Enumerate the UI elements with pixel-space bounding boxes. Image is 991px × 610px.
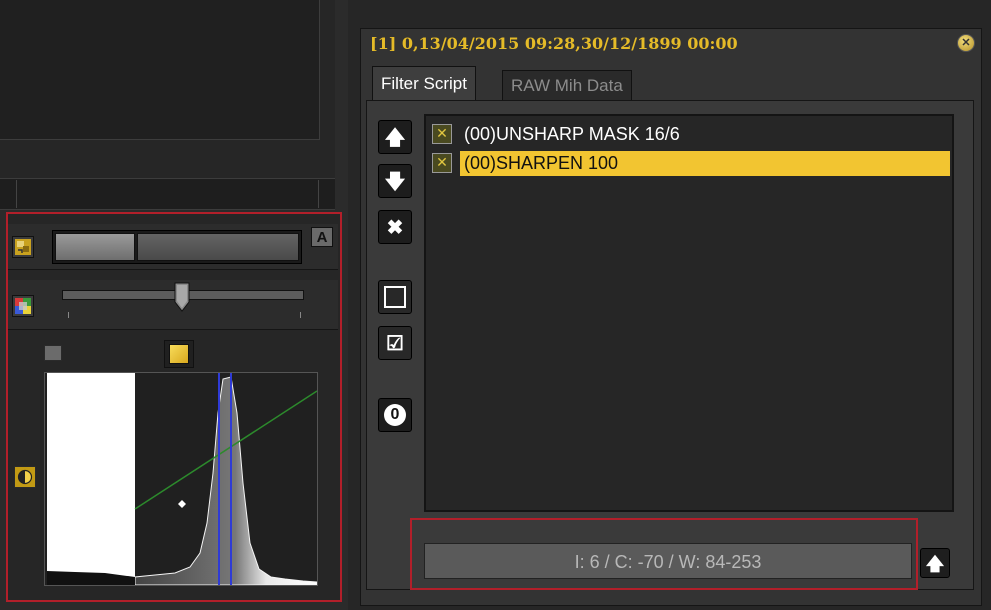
reset-icon: 0 [384, 404, 406, 427]
uncheck-all-icon [384, 286, 406, 309]
auto-mode-button[interactable]: A [311, 227, 333, 247]
checkbox-checked-icon[interactable]: ✕ [432, 124, 452, 144]
status-readout: I: 6 / C: -70 / W: 84-253 [424, 543, 912, 579]
image-view-panel [0, 0, 320, 140]
tab-raw-mih-data[interactable]: RAW Mih Data [502, 70, 632, 100]
mode-segment-left[interactable] [55, 233, 135, 261]
uncheck-all-button[interactable] [378, 280, 412, 314]
mode-segment-right[interactable] [137, 233, 299, 261]
move-up-button[interactable]: 🡅 [378, 120, 412, 154]
tab-filter-script[interactable]: Filter Script [372, 66, 476, 100]
move-down-icon: 🡇 [384, 171, 406, 193]
selection-icon[interactable] [12, 236, 34, 258]
histogram-clipped-region [47, 373, 135, 585]
left-toolbar-strip [0, 178, 335, 210]
check-all-icon: ☑ [386, 333, 404, 355]
list-item-label: (00)UNSHARP MASK 16/6 [464, 123, 680, 144]
level-slider-thumb[interactable] [174, 282, 190, 312]
move-down-button[interactable]: 🡇 [378, 164, 412, 198]
list-item-selected[interactable]: ✕ (00)SHARPEN 100 [432, 150, 950, 176]
move-up-icon: 🡅 [384, 127, 406, 149]
square-icon[interactable] [164, 340, 194, 368]
dialog-title: [1] 0,13/04/2015 09:28,30/12/1899 00:00 [370, 34, 738, 53]
status-up-button[interactable]: 🡅 [920, 548, 950, 578]
reset-button[interactable]: 0 [378, 398, 412, 432]
strip-divider [16, 180, 17, 208]
contrast-icon[interactable] [14, 466, 36, 488]
circle-icon[interactable] [44, 345, 62, 361]
arrow-up-icon: 🡅 [925, 554, 945, 574]
slider-tick [68, 312, 69, 318]
delete-button[interactable]: ✖ [378, 210, 412, 244]
slider-row [8, 280, 338, 330]
histogram-chart[interactable] [44, 372, 318, 586]
check-all-button[interactable]: ☑ [378, 326, 412, 360]
slider-tick [300, 312, 301, 318]
list-item[interactable]: ✕ (00)UNSHARP MASK 16/6 [432, 121, 950, 147]
color-balance-icon[interactable] [12, 295, 34, 317]
delete-icon: ✖ [386, 217, 404, 239]
close-icon[interactable]: ✕ [957, 34, 975, 52]
checkbox-checked-icon[interactable]: ✕ [432, 153, 452, 173]
list-item-label: (00)SHARPEN 100 [460, 150, 950, 176]
strip-divider [318, 180, 319, 208]
